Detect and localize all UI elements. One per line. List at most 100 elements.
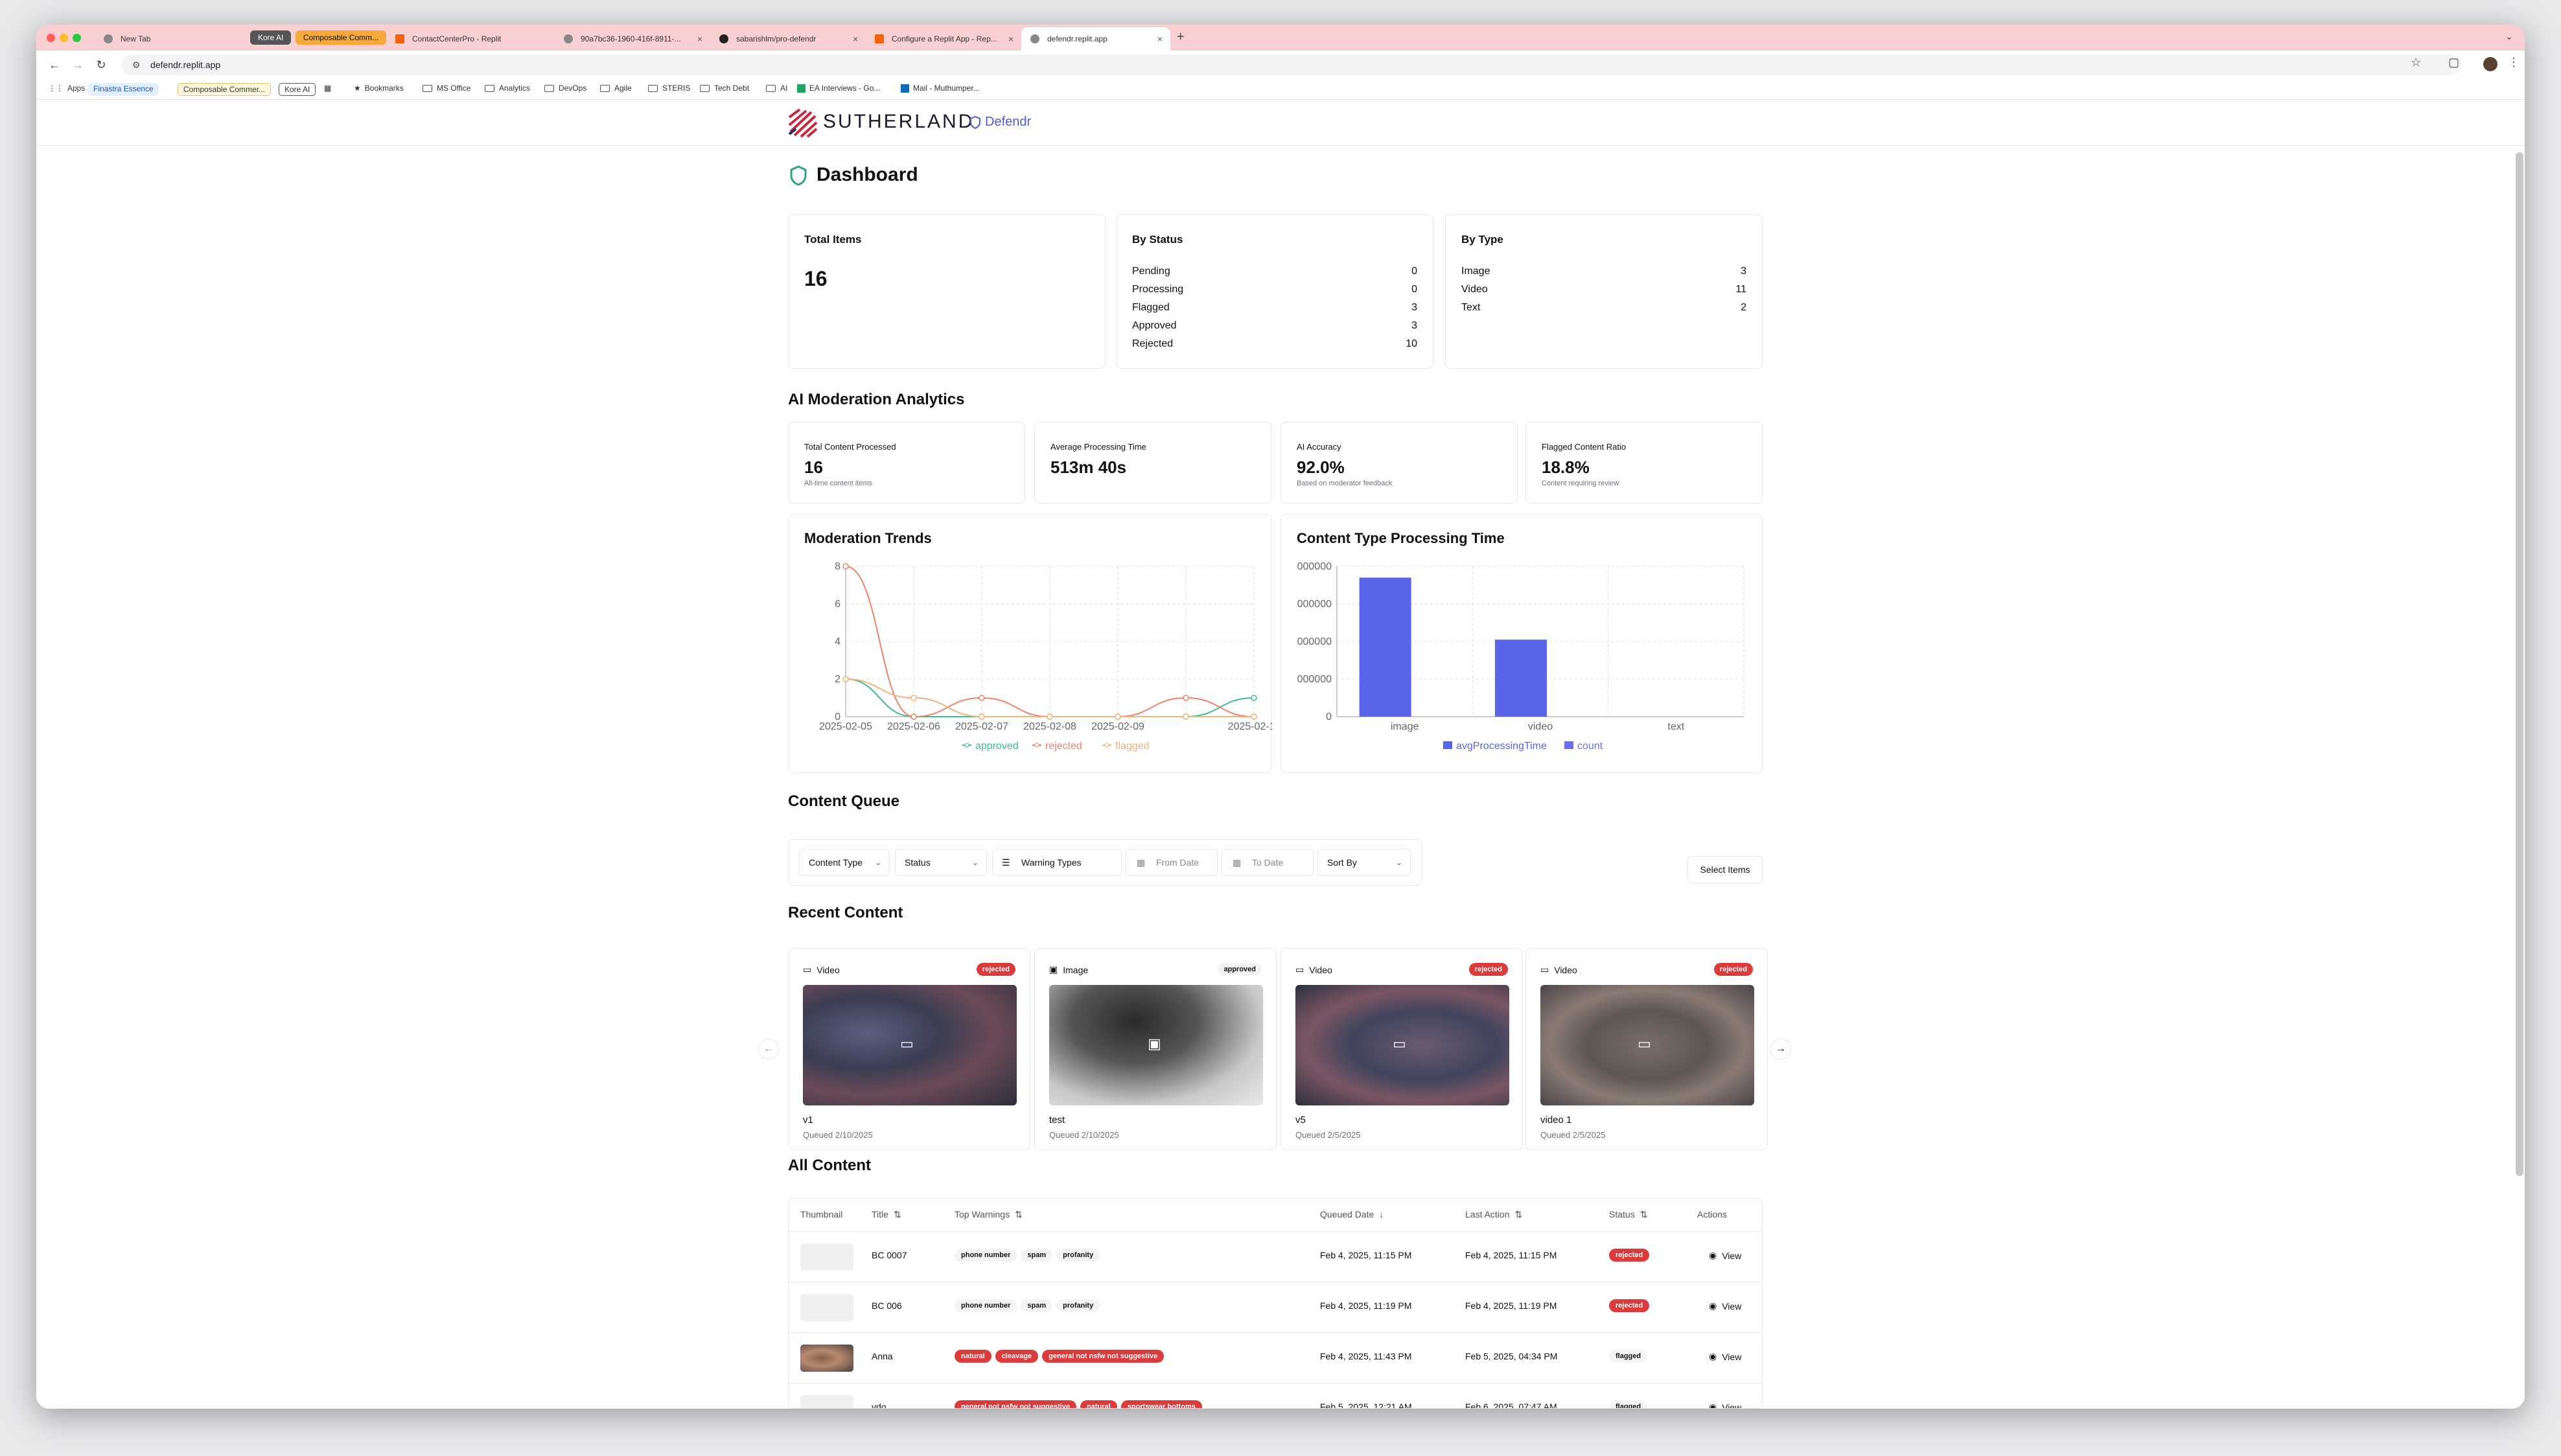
- content-thumbnail[interactable]: ▣: [1049, 985, 1263, 1105]
- bookmark-finastra[interactable]: Finastra Essence: [88, 83, 159, 96]
- menu-kebab-icon[interactable]: ⋮: [2508, 56, 2520, 69]
- star-icon: ★: [354, 84, 361, 93]
- recent-content-card[interactable]: ▣ Image approved ▣ test Queued 2/10/2025: [1034, 948, 1277, 1150]
- tab-group-composable[interactable]: Composable Comm...: [296, 30, 387, 45]
- view-button[interactable]: ◉ View: [1709, 1250, 1741, 1261]
- select-items-button[interactable]: Select Items: [1687, 856, 1763, 883]
- bookmark-apps[interactable]: ⋮⋮ Apps: [48, 84, 85, 93]
- tab-contactcenterpro[interactable]: ContactCenterPro - Replit ×: [386, 27, 581, 51]
- all-content-table: Thumbnail Title ⇅ Top Warnings ⇅ Queued Da…: [788, 1198, 1763, 1409]
- bookmark-ea-interviews[interactable]: EA Interviews - Go...: [797, 84, 880, 93]
- status-value: 10: [1406, 338, 1417, 349]
- bookmark-agile[interactable]: Agile: [600, 84, 632, 93]
- column-header-status[interactable]: Status ⇅: [1609, 1209, 1647, 1220]
- table-row[interactable]: BC 0007 phone number spam profanity Feb 4,…: [789, 1231, 1762, 1282]
- recent-content-card[interactable]: ▭ Video rejected ▭ video 1 Queued 2/5/202…: [1525, 948, 1768, 1150]
- tab-search-chevron-icon[interactable]: ⌄: [2505, 31, 2513, 42]
- shield-icon: [790, 165, 807, 186]
- tab-label: Configure a Replit App - Rep...: [892, 34, 997, 43]
- sort-by-select[interactable]: Sort By ⌄: [1317, 849, 1411, 876]
- column-header-thumbnail: Thumbnail: [800, 1209, 843, 1219]
- bookmark-kore-ai[interactable]: Kore AI: [279, 83, 316, 96]
- bookmark-bookmarks[interactable]: ★ Bookmarks: [354, 84, 404, 93]
- data-point-flagged: [979, 713, 985, 720]
- warning-pill: general not nsfw not suggestive: [1042, 1350, 1165, 1363]
- content-type-select[interactable]: Content Type ⌄: [799, 849, 890, 876]
- bookmark-analytics[interactable]: Analytics: [485, 84, 530, 93]
- status-badge: rejected: [1609, 1249, 1650, 1262]
- close-tab-icon[interactable]: ×: [1008, 34, 1014, 44]
- extensions-icon[interactable]: ▢: [2448, 56, 2459, 69]
- grid-bookmark-icon[interactable]: ▦: [324, 84, 331, 93]
- bookmark-ms-office[interactable]: MS Office: [423, 84, 470, 93]
- data-point-flagged: [1047, 713, 1053, 720]
- card-title: By Status: [1132, 233, 1183, 246]
- bookmark-mail[interactable]: Mail - Muthumper...: [901, 84, 980, 93]
- content-thumbnail[interactable]: ▭: [1295, 985, 1509, 1105]
- tab-configure-replit[interactable]: Configure a Replit App - Rep... ×: [866, 27, 1021, 51]
- column-header-title[interactable]: Title ⇅: [872, 1209, 901, 1220]
- metric-value: 16: [804, 457, 823, 477]
- recent-content-card[interactable]: ▭ Video rejected ▭ v1 Queued 2/10/2025: [788, 948, 1030, 1150]
- maximize-window-button[interactable]: [73, 34, 81, 42]
- bookmark-ai[interactable]: AI: [766, 84, 787, 93]
- carousel-next-button[interactable]: →: [1770, 1039, 1791, 1059]
- select-label: Content Type: [809, 857, 863, 868]
- view-button[interactable]: ◉ View: [1709, 1351, 1741, 1362]
- tab-group-kore-ai[interactable]: Kore AI: [250, 30, 292, 45]
- from-date-picker[interactable]: ▦ From Date: [1126, 849, 1218, 876]
- tab-defendr[interactable]: defendr.replit.app ×: [1021, 27, 1170, 51]
- tab-github[interactable]: sabarishlm/pro-defendr ×: [710, 27, 866, 51]
- page-scrollbar[interactable]: [2516, 152, 2523, 1176]
- bookmark-devops[interactable]: DevOps: [544, 84, 586, 93]
- bookmark-star-icon[interactable]: ☆: [2411, 56, 2421, 69]
- row-queued-date: Feb 4, 2025, 11:15 PM: [1320, 1250, 1412, 1260]
- status-select[interactable]: Status ⌄: [895, 849, 987, 876]
- new-tab-button[interactable]: +: [1177, 30, 1185, 45]
- type-value: 11: [1735, 284, 1746, 295]
- profile-avatar[interactable]: [2483, 57, 2497, 71]
- queued-date: Queued 2/5/2025: [1540, 1130, 1606, 1140]
- chevron-down-icon: ⌄: [874, 858, 881, 867]
- bookmark-composable[interactable]: Composable Commer...: [178, 83, 272, 96]
- column-header-last-action[interactable]: Last Action ⇅: [1465, 1209, 1522, 1220]
- content-thumbnail[interactable]: ▭: [1540, 985, 1754, 1105]
- type-row-text: Text 2: [1461, 302, 1746, 320]
- type-row-video: Video 11: [1461, 284, 1746, 302]
- y-tick-label: 0: [1326, 711, 1332, 722]
- chevron-down-icon: ⌄: [1395, 858, 1402, 867]
- bookmark-tech-debt[interactable]: Tech Debt: [700, 84, 749, 93]
- reload-button[interactable]: ↻: [92, 56, 110, 74]
- table-row[interactable]: vdo general not nsfw not suggestive natur…: [789, 1383, 1762, 1408]
- to-date-picker[interactable]: ▦ To Date: [1222, 849, 1314, 876]
- product-link[interactable]: Defendr: [969, 115, 1031, 130]
- forward-button[interactable]: →: [69, 56, 87, 74]
- table-row[interactable]: BC 006 phone number spam profanity Feb 4, …: [789, 1282, 1762, 1332]
- carousel-prev-button[interactable]: ←: [758, 1039, 779, 1059]
- column-header-queued[interactable]: Queued Date ↓: [1320, 1209, 1384, 1219]
- replit-icon: [875, 34, 884, 43]
- address-bar[interactable]: ⚙ defendr.replit.app: [122, 54, 2461, 75]
- warning-pill: cleavage: [995, 1350, 1039, 1363]
- table-row[interactable]: Anna natural cleavage general not nsfw not…: [789, 1332, 1762, 1383]
- site-info-icon[interactable]: ⚙: [132, 54, 141, 75]
- bookmark-label: Apps: [67, 84, 86, 93]
- back-button[interactable]: ←: [45, 56, 64, 74]
- close-tab-icon[interactable]: ×: [1157, 34, 1163, 44]
- column-label: Last Action: [1465, 1209, 1510, 1219]
- close-tab-icon[interactable]: ×: [697, 34, 702, 44]
- legend-swatch-avgProcessingTime: [1443, 741, 1452, 749]
- metric-label: Total Content Processed: [804, 442, 896, 452]
- minimize-window-button[interactable]: [60, 34, 68, 42]
- metric-card-flagged-ratio: Flagged Content Ratio 18.8% Content requ…: [1525, 422, 1763, 503]
- warning-types-button[interactable]: ☰ Warning Types: [992, 849, 1122, 876]
- content-thumbnail[interactable]: ▭: [803, 985, 1017, 1105]
- close-window-button[interactable]: [47, 34, 55, 42]
- recent-content-card[interactable]: ▭ Video rejected ▭ v5 Queued 2/5/2025: [1280, 948, 1523, 1150]
- close-tab-icon[interactable]: ×: [853, 34, 858, 44]
- bookmark-steris[interactable]: STERIS: [648, 84, 690, 93]
- view-button[interactable]: ◉ View: [1709, 1402, 1741, 1408]
- view-button[interactable]: ◉ View: [1709, 1300, 1741, 1312]
- column-header-warnings[interactable]: Top Warnings ⇅: [955, 1209, 1023, 1220]
- tab-uuid[interactable]: 90a7bc36-1960-416f-8911-... ×: [555, 27, 710, 51]
